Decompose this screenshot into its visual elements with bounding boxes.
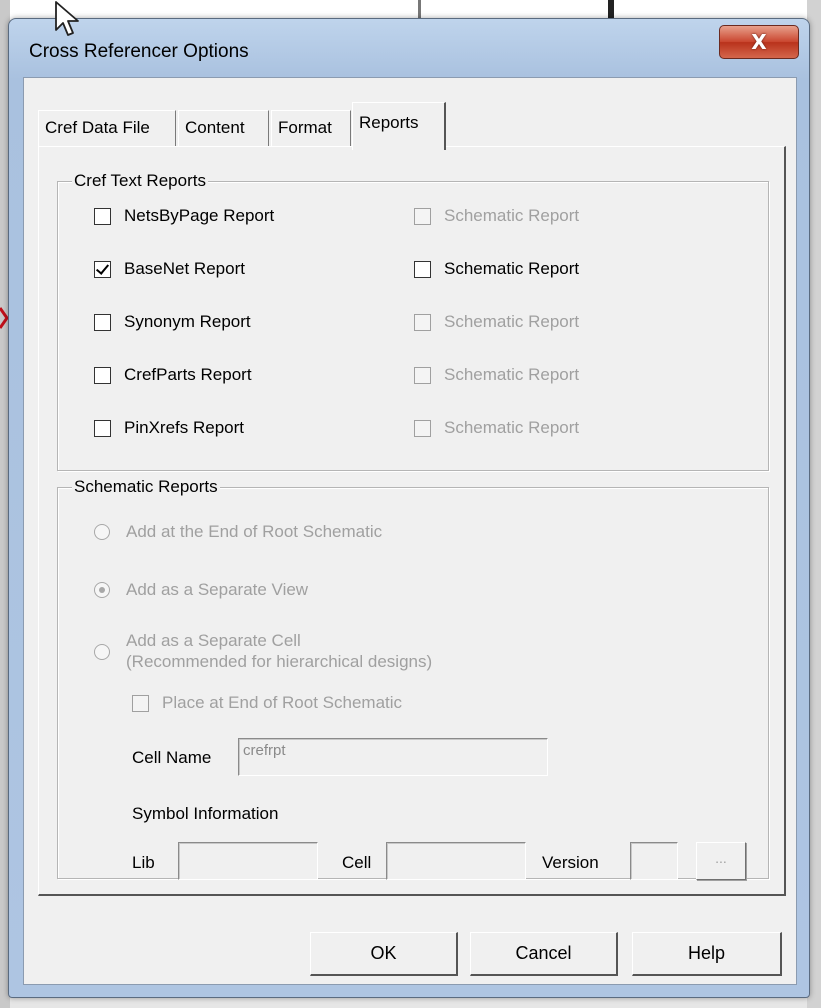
cell-name-label: Cell Name <box>132 748 212 767</box>
radio-circle <box>94 644 110 660</box>
cell-label: Cell <box>342 853 372 872</box>
cell-field[interactable] <box>386 842 526 880</box>
checkbox-label: NetsByPage Report <box>124 206 275 225</box>
checkbox-box[interactable] <box>414 260 431 278</box>
help-button[interactable]: Help <box>632 932 782 976</box>
basenet-schematic-checkbox[interactable]: Schematic Report <box>414 259 579 279</box>
checkbox-label: Schematic Report <box>444 365 580 384</box>
crefparts-schematic-checkbox: Schematic Report <box>414 365 579 385</box>
checkbox-box <box>414 419 431 437</box>
checkbox-box <box>414 366 431 384</box>
tab-reports[interactable]: Reports <box>352 102 446 150</box>
ok-button[interactable]: OK <box>310 932 458 976</box>
radio-circle <box>94 524 110 540</box>
browse-button[interactable]: ... <box>696 842 746 880</box>
reports-tab-panel: Cref Text Reports NetsByPage Report Sche… <box>38 146 786 896</box>
red-arrow-icon <box>0 307 8 329</box>
group-title: Schematic Reports <box>72 477 220 497</box>
close-icon: X <box>751 30 767 54</box>
cell-name-field[interactable]: crefrpt <box>238 738 548 776</box>
radio-separate-cell: Add as a Separate Cell (Recommended for … <box>94 630 432 672</box>
checkbox-box[interactable] <box>94 366 111 384</box>
version-field[interactable] <box>630 842 678 880</box>
radio-note: (Recommended for hierarchical designs) <box>126 652 433 671</box>
synonym-report-checkbox[interactable]: Synonym Report <box>94 312 251 332</box>
radio-label: Add at the End of Root Schematic <box>126 522 383 541</box>
checkbox-label: PinXrefs Report <box>124 418 244 437</box>
checkbox-box[interactable] <box>94 260 111 278</box>
checkbox-box[interactable] <box>94 313 111 331</box>
checkbox-label: Schematic Report <box>444 418 580 437</box>
mouse-pointer-icon <box>55 1 79 36</box>
version-label: Version <box>542 853 599 872</box>
checkbox-label: Schematic Report <box>444 259 580 278</box>
radio-circle <box>94 582 110 598</box>
close-button[interactable]: X <box>719 25 799 59</box>
radio-label-group: Add as a Separate Cell (Recommended for … <box>126 630 432 672</box>
window-title: Cross Referencer Options <box>29 41 249 62</box>
checkbox-label: BaseNet Report <box>124 259 245 278</box>
checkbox-label: CrefParts Report <box>124 365 252 384</box>
checkbox-label: Synonym Report <box>124 312 251 331</box>
checkbox-box[interactable] <box>94 419 111 437</box>
checkbox-box <box>132 694 149 712</box>
group-title: Cref Text Reports <box>72 171 208 191</box>
checkbox-box <box>414 207 431 225</box>
crefparts-report-checkbox[interactable]: CrefParts Report <box>94 365 252 385</box>
cref-text-reports-group: Cref Text Reports NetsByPage Report Sche… <box>57 171 769 471</box>
dialog-client-area: Cref Data File Content Format Reports Cr… <box>23 77 797 985</box>
netsbypage-report-checkbox[interactable]: NetsByPage Report <box>94 206 274 226</box>
basenet-report-checkbox[interactable]: BaseNet Report <box>94 259 245 279</box>
dialog-window: Cross Referencer Options X Cref Data Fil… <box>8 18 810 998</box>
checkbox-label: Schematic Report <box>444 312 580 331</box>
tab-cref-data-file[interactable]: Cref Data File <box>38 110 176 146</box>
lib-label: Lib <box>132 853 155 872</box>
schematic-reports-group: Schematic Reports Add at the End of Root… <box>57 477 769 880</box>
radio-separate-view: Add as a Separate View <box>94 580 308 600</box>
cancel-button[interactable]: Cancel <box>470 932 618 976</box>
pinxrefs-schematic-checkbox: Schematic Report <box>414 418 579 438</box>
checkbox-box[interactable] <box>94 207 111 225</box>
radio-end-of-root-schematic: Add at the End of Root Schematic <box>94 522 382 542</box>
radio-label: Add as a Separate View <box>126 580 309 599</box>
symbol-information-label: Symbol Information <box>132 804 279 823</box>
checkbox-label: Place at End of Root Schematic <box>162 693 403 712</box>
tab-format[interactable]: Format <box>271 110 351 146</box>
radio-label: Add as a Separate Cell <box>126 631 301 650</box>
checkbox-label: Schematic Report <box>444 206 580 225</box>
title-bar[interactable]: Cross Referencer Options X <box>9 19 809 77</box>
pinxrefs-report-checkbox[interactable]: PinXrefs Report <box>94 418 244 438</box>
place-end-root-checkbox: Place at End of Root Schematic <box>132 693 402 713</box>
tab-content[interactable]: Content <box>178 110 269 146</box>
checkbox-box <box>414 313 431 331</box>
synonym-schematic-checkbox: Schematic Report <box>414 312 579 332</box>
netsbypage-schematic-checkbox: Schematic Report <box>414 206 579 226</box>
background-app-strip <box>0 0 821 20</box>
lib-field[interactable] <box>178 842 318 880</box>
